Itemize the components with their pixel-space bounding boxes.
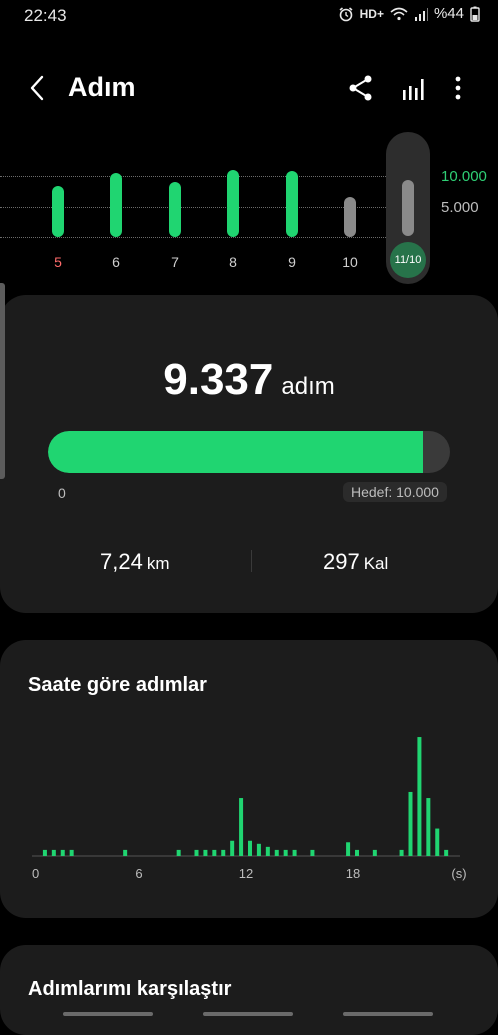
half-axis-label: 5.000 [441, 199, 479, 216]
hourly-bar [60, 849, 65, 856]
page-title: Adım [68, 72, 136, 102]
day-label-6: 6 [112, 254, 120, 270]
hourly-steps-title: Saate göre adımlar [28, 674, 207, 696]
hourly-bar [372, 849, 377, 856]
hourly-steps-chart: 0 6 12 18 (s) [32, 737, 467, 881]
hourly-bar [123, 849, 128, 856]
hourly-tick-label: 0 [32, 866, 39, 881]
nav-home[interactable] [203, 1012, 293, 1016]
goal-axis-label: 10.000 [441, 168, 487, 185]
hourly-bar [69, 849, 74, 856]
day-bar-9[interactable] [286, 170, 298, 237]
stats-divider [251, 550, 252, 572]
steps-number: 9.337 [163, 355, 274, 404]
hourly-bar [355, 849, 359, 856]
network-label: HD+ [359, 6, 384, 21]
hourly-bar [230, 840, 235, 856]
steps-count: 9.337 adım [0, 355, 498, 405]
more-options-icon[interactable] [448, 74, 468, 102]
day-bar-5[interactable] [52, 186, 64, 237]
goal-label: Hedef: 10.000 [343, 482, 447, 502]
nav-back[interactable] [343, 1012, 433, 1016]
day-label-9: 9 [288, 254, 296, 270]
hourly-bar [346, 842, 351, 856]
hourly-bar [444, 849, 449, 856]
distance-unit: km [146, 554, 170, 573]
hourly-bar [435, 828, 440, 856]
steps-unit: adım [281, 373, 335, 400]
calories-stat: 297 Kal [323, 549, 388, 575]
today-date-badge[interactable]: 11/10 [390, 242, 426, 278]
steps-progress-bar [48, 431, 450, 473]
nav-recents[interactable] [63, 1012, 153, 1016]
hourly-bar [256, 843, 261, 856]
hourly-bar [292, 849, 297, 856]
distance-stat: 7,24 km [100, 549, 170, 575]
progress-start-label: 0 [58, 485, 66, 501]
hourly-tick-label: 12 [239, 866, 253, 881]
hourly-tick-label: (s) [451, 866, 466, 881]
hourly-bar [42, 849, 47, 856]
back-arrow-icon[interactable] [24, 74, 52, 102]
hourly-bar [408, 791, 413, 856]
hourly-bar [265, 846, 270, 856]
day-label-4: 4 [0, 254, 10, 270]
day-bar-6[interactable] [110, 172, 122, 237]
day-bar-8[interactable] [227, 170, 239, 237]
compare-steps-title: Adımlarımı karşılaştır [28, 978, 232, 1000]
hourly-bar [417, 737, 422, 856]
status-icons: HD+ %44 [338, 5, 480, 22]
hourly-bar [176, 849, 181, 856]
hourly-bar [212, 849, 217, 856]
day-label-7: 7 [171, 254, 179, 270]
today-bar [402, 180, 414, 236]
goal-gridline [0, 176, 388, 177]
battery-icon [470, 6, 480, 22]
steps-progress-fill [48, 431, 424, 473]
calories-unit: Kal [363, 554, 389, 573]
hourly-bar [310, 849, 315, 856]
distance-value: 7,24 [100, 549, 143, 574]
hourly-bar [221, 849, 226, 856]
day-bar-7[interactable] [169, 181, 181, 237]
hourly-bar [248, 840, 252, 856]
hourly-bar [194, 849, 199, 856]
day-bar-10[interactable] [344, 196, 356, 237]
hourly-bar [51, 849, 56, 856]
hourly-bar [426, 798, 431, 856]
base-gridline [0, 237, 388, 238]
signal-icon [414, 7, 428, 21]
wifi-icon [390, 7, 408, 20]
hourly-bar [274, 849, 279, 856]
hourly-bar [239, 798, 244, 856]
day-label-10: 10 [342, 254, 358, 270]
hourly-bar [283, 849, 288, 856]
share-icon[interactable] [348, 74, 374, 102]
hourly-bar [203, 849, 208, 856]
status-time: 22:43 [24, 6, 67, 25]
hourly-tick-label: 18 [346, 866, 360, 881]
alarm-icon [339, 6, 353, 21]
hourly-bar [399, 849, 404, 856]
battery-label: %44 [433, 5, 464, 22]
hourly-tick-label: 6 [135, 866, 142, 881]
day-label-8: 8 [229, 254, 237, 270]
day-label-5: 5 [54, 254, 62, 270]
stats-icon[interactable] [401, 76, 427, 102]
calories-value: 297 [323, 549, 360, 574]
